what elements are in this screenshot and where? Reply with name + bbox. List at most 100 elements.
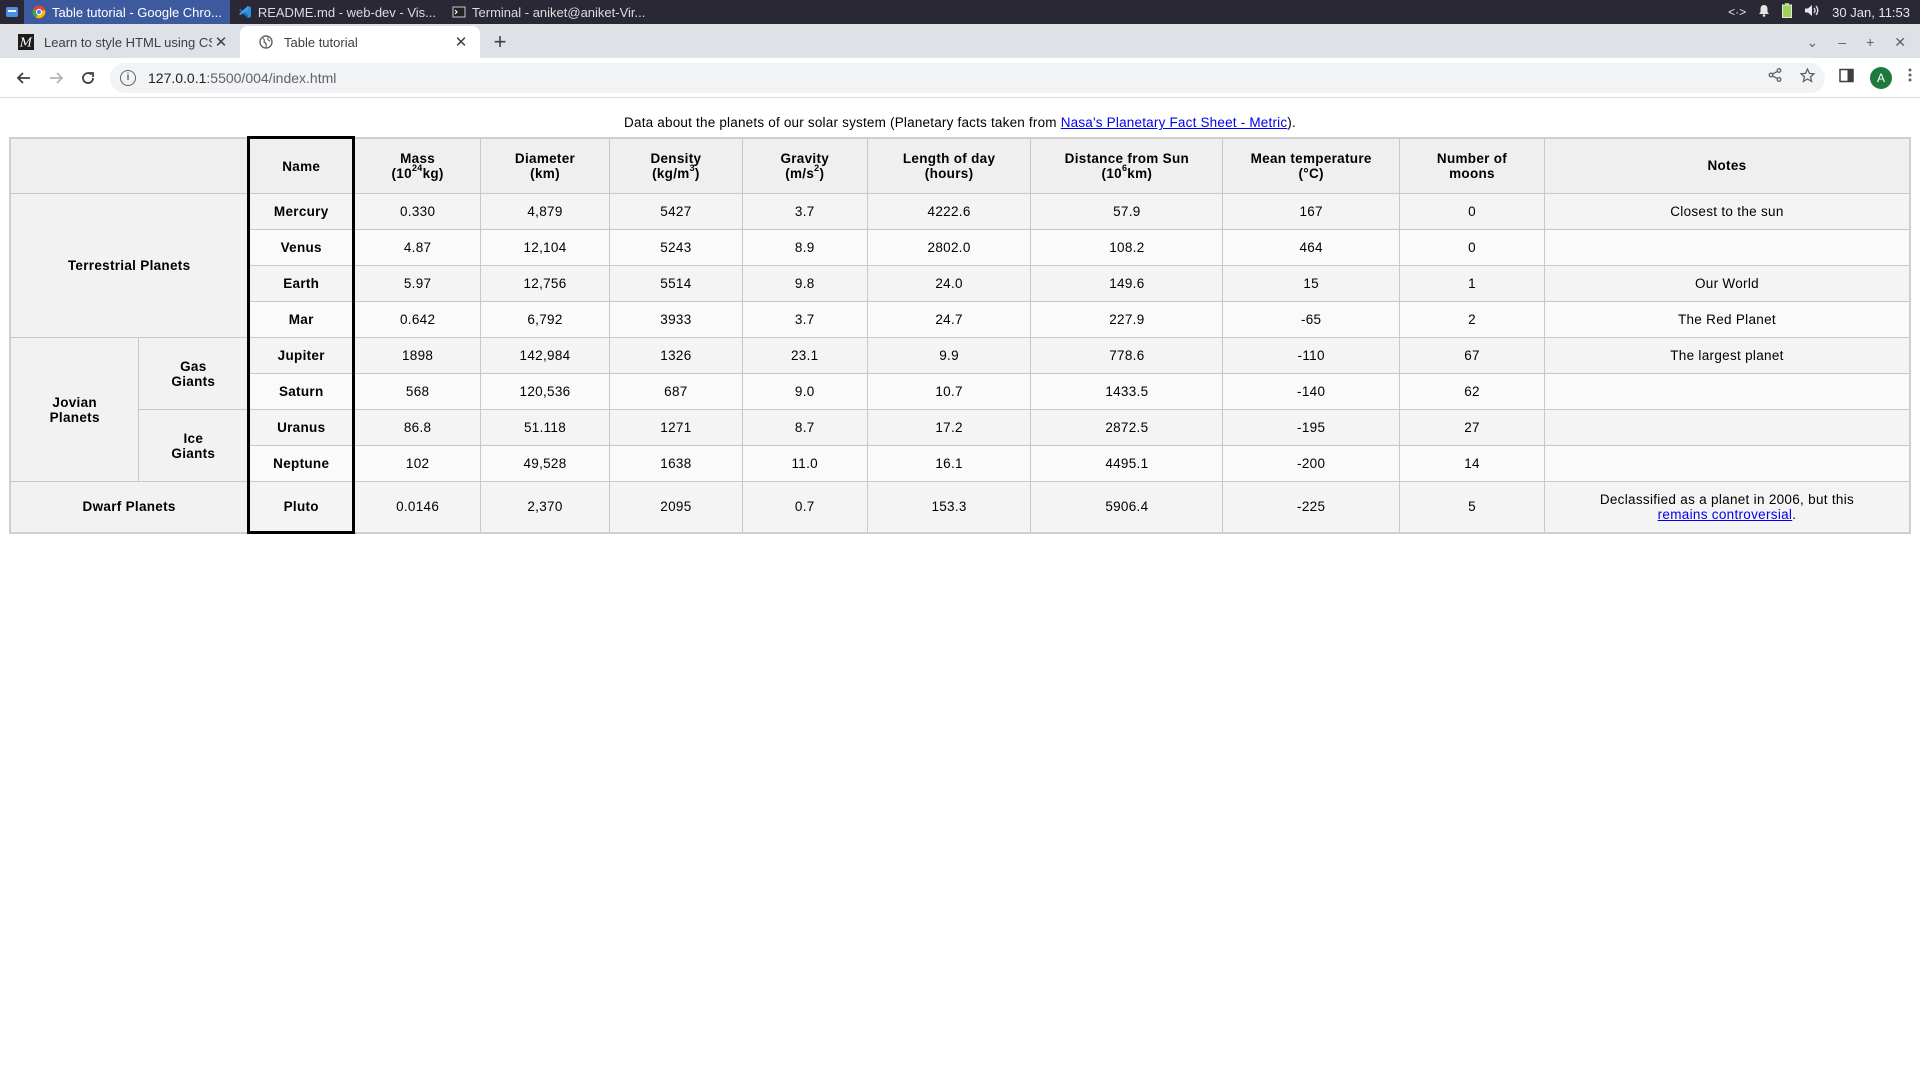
cell-notes: [1543, 409, 1911, 446]
cell-diameter: 12,104: [480, 229, 610, 266]
bookmark-star-icon[interactable]: [1799, 67, 1816, 87]
battery-icon[interactable]: [1782, 3, 1793, 21]
reload-icon: [82, 71, 94, 84]
forward-arrow-icon: [50, 71, 64, 84]
table-row: Earth 5.97 12,756 5514 9.8 24.0 149.6 15…: [10, 265, 1911, 302]
close-window-icon[interactable]: ✕: [1894, 34, 1906, 51]
planet-name: Jupiter: [247, 337, 356, 374]
menu-kebab-icon[interactable]: [1908, 68, 1912, 87]
cell-mass: 102: [353, 445, 482, 482]
cell-mass: 0.330: [353, 193, 482, 230]
minimize-icon[interactable]: –: [1838, 34, 1846, 50]
cell-diameter: 6,792: [480, 301, 610, 338]
cell-day: 153.3: [866, 481, 1032, 533]
browser-toolbar: i 127.0.0.1:5500/004/index.html A: [0, 58, 1920, 98]
cell-notes: The Red Planet: [1543, 301, 1911, 338]
cell-gravity: 9.0: [741, 373, 868, 410]
cell-notes: Our World: [1543, 265, 1911, 302]
notification-bell-icon[interactable]: [1758, 4, 1770, 20]
cell-temp: -225: [1222, 481, 1401, 533]
nasa-fact-sheet-link[interactable]: Nasa's Planetary Fact Sheet - Metric: [1061, 115, 1288, 130]
cell-gravity: 8.9: [741, 229, 868, 266]
planet-name: Mar: [247, 301, 356, 338]
cell-distance: 149.6: [1030, 265, 1224, 302]
tab-learn-css[interactable]: M Learn to style HTML using CSS ✕: [0, 26, 240, 58]
cell-moons: 5: [1399, 481, 1545, 533]
cell-diameter: 49,528: [480, 445, 610, 482]
share-icon[interactable]: [1768, 68, 1782, 87]
tab-search-chevron-icon[interactable]: ⌄: [1807, 34, 1819, 51]
planet-name: Pluto: [247, 481, 356, 534]
cell-diameter: 4,879: [480, 193, 610, 230]
cell-moons: 0: [1399, 229, 1545, 266]
omnibox-actions: [1768, 67, 1816, 87]
cell-moons: 62: [1399, 373, 1545, 410]
taskbar-item-label: README.md - web-dev - Vis...: [257, 4, 437, 20]
table-row: Ice Giants Uranus 86.8 51.118 1271 8.7 17…: [10, 409, 1911, 482]
close-tab-icon[interactable]: ✕: [452, 33, 470, 51]
cell-day: 24.0: [866, 265, 1032, 302]
new-tab-button[interactable]: +: [486, 28, 514, 56]
notes-text: Declassified as a planet in 2006, but th…: [1599, 491, 1855, 507]
taskbar-item-chrome[interactable]: Table tutorial - Google Chro...: [24, 0, 230, 24]
site-info-icon[interactable]: i: [120, 69, 136, 86]
cell-notes: [1543, 229, 1911, 266]
table-row: Mar 0.642 6,792 3933 3.7 24.7 227.9 -65 …: [10, 301, 1911, 338]
network-icon[interactable]: <·>: [1728, 5, 1746, 19]
table-row: Dwarf Planets Pluto 0.0146 2,370 2095 0.…: [9, 481, 1911, 534]
cell-day: 9.9: [866, 337, 1032, 374]
taskbar-item-vscode[interactable]: README.md - web-dev - Vis...: [230, 0, 444, 24]
globe-icon: [258, 34, 274, 50]
cell-notes: Declassified as a planet in 2006, but th…: [1543, 481, 1911, 533]
chrome-icon: [32, 5, 46, 19]
back-arrow-icon: [16, 71, 30, 84]
profile-avatar[interactable]: A: [1870, 66, 1892, 89]
reload-button[interactable]: [72, 62, 104, 94]
planets-table: Name Mass (1024kg) Diameter (km) Density (k…: [9, 136, 1911, 534]
clock[interactable]: 30 Jan, 11:53: [1832, 5, 1910, 20]
cell-distance: 2872.5: [1030, 409, 1224, 446]
cell-temp: 464: [1222, 229, 1401, 266]
cell-mass: 4.87: [353, 229, 482, 266]
planet-name: Uranus: [247, 409, 356, 446]
volume-icon[interactable]: [1804, 4, 1820, 20]
taskbar-item-label: Table tutorial - Google Chro...: [52, 4, 222, 20]
cell-temp: -110: [1222, 337, 1401, 374]
header-density: Density (kg/m3): [608, 137, 743, 194]
address-bar[interactable]: i 127.0.0.1:5500/004/index.html: [110, 62, 1825, 93]
remains-controversial-link[interactable]: remains controversial: [1658, 507, 1793, 522]
start-menu-button[interactable]: [0, 0, 24, 24]
back-button[interactable]: [8, 62, 40, 94]
toolbar-right: A: [1839, 66, 1912, 89]
planet-name: Earth: [247, 265, 356, 302]
mdn-favicon-icon: M: [18, 34, 34, 50]
header-name: Name: [247, 136, 356, 194]
cell-temp: -200: [1222, 445, 1401, 482]
cell-diameter: 142,984: [480, 337, 610, 374]
header-gravity: Gravity (m/s2): [741, 137, 868, 194]
cell-gravity: 8.7: [741, 409, 868, 446]
header-mean-temperature: Mean temperature (°C): [1222, 137, 1401, 194]
caption-text: Data about the planets of our solar syst…: [624, 115, 1061, 130]
system-tray: <·> 30 Jan, 11:53: [1728, 3, 1920, 21]
table-row: Venus 4.87 12,104 5243 8.9 2802.0 108.2 …: [10, 229, 1911, 266]
browser-tabstrip: M Learn to style HTML using CSS ✕ Table …: [0, 24, 1920, 58]
terminal-icon: [452, 5, 466, 19]
tab-table-tutorial[interactable]: Table tutorial ✕: [240, 26, 480, 58]
forward-button[interactable]: [40, 62, 72, 94]
cell-mass: 0.642: [353, 301, 482, 338]
cell-density: 1638: [608, 445, 743, 482]
cell-temp: -140: [1222, 373, 1401, 410]
cell-density: 5427: [608, 193, 743, 230]
cell-density: 1326: [608, 337, 743, 374]
cell-density: 3933: [608, 301, 743, 338]
cell-day: 24.7: [866, 301, 1032, 338]
cell-temp: -65: [1222, 301, 1401, 338]
cell-day: 2802.0: [866, 229, 1032, 266]
cell-distance: 5906.4: [1030, 481, 1224, 533]
maximize-icon[interactable]: +: [1866, 34, 1874, 50]
close-tab-icon[interactable]: ✕: [212, 33, 230, 51]
tab-title: Table tutorial: [284, 34, 358, 50]
taskbar-item-terminal[interactable]: Terminal - aniket@aniket-Vir...: [444, 0, 653, 24]
side-panel-icon[interactable]: [1839, 68, 1854, 88]
